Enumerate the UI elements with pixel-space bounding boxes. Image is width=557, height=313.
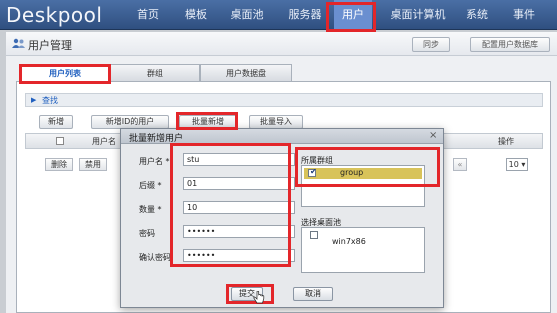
nav-templates[interactable]: 模板 [176, 0, 216, 30]
hand-cursor-icon [253, 291, 265, 304]
username-prefix-input[interactable] [183, 153, 295, 166]
search-link[interactable]: 查找 [42, 95, 58, 106]
batch-add-button[interactable]: 批量新增 [179, 115, 237, 129]
suffix-label: 后缀 * [139, 181, 162, 190]
close-icon[interactable]: × [429, 130, 437, 141]
column-actions: 操作 [498, 137, 514, 146]
batch-add-users-dialog: 批量新增用户 × 用户名 * 后缀 * 数量 * 密码 确认密码 所属群组 ✔ … [120, 128, 444, 308]
confirm-password-input[interactable] [183, 249, 295, 262]
cancel-button[interactable]: 取消 [293, 287, 333, 301]
disable-button[interactable]: 禁用 [79, 158, 107, 171]
confirm-password-label: 确认密码 [139, 253, 171, 262]
tab-user-list[interactable]: 用户列表 [20, 64, 110, 82]
page-title: 用户管理 [28, 39, 72, 52]
dialog-header: 批量新增用户 × [121, 129, 443, 144]
group-list-item[interactable]: ✔ group [304, 167, 422, 179]
group-list: ✔ group [301, 165, 425, 207]
dialog-title: 批量新增用户 [129, 134, 184, 144]
count-label: 数量 * [139, 205, 162, 214]
nav-home[interactable]: 首页 [128, 0, 168, 30]
tab-groups[interactable]: 群组 [110, 64, 200, 82]
add-ad-user-button[interactable]: 新增ID的用户 [91, 115, 169, 129]
sync-button[interactable]: 同步 [412, 37, 450, 52]
group-checkbox[interactable]: ✔ [308, 167, 317, 177]
configure-user-db-button[interactable]: 配置用户数据库 [470, 37, 550, 52]
app-logo: Deskpool [6, 3, 103, 27]
add-user-button[interactable]: 新增 [39, 115, 73, 129]
nav-desktop-pools[interactable]: 桌面池 [222, 0, 272, 30]
pool-checkbox[interactable] [310, 231, 318, 239]
column-username[interactable]: 用户名 [92, 136, 116, 147]
username-prefix-label: 用户名 * [139, 157, 170, 166]
top-navigation-bar: Deskpool 首页 模板 桌面池 服务器 用户 桌面计算机 系统 事件 [0, 0, 557, 30]
previous-page-icon[interactable]: « [453, 158, 467, 171]
nav-system[interactable]: 系统 [460, 0, 494, 30]
nav-users[interactable]: 用户 [334, 0, 372, 30]
users-icon [12, 38, 25, 48]
expand-arrow-icon: ▶ [31, 96, 37, 104]
tab-user-data-disk[interactable]: 用户数据盘 [200, 64, 292, 82]
page-size-value: 10 [508, 160, 519, 169]
pool-name: win7x86 [332, 237, 366, 246]
nav-desktop-computers[interactable]: 桌面计算机 [382, 0, 454, 30]
nav-servers[interactable]: 服务器 [280, 0, 330, 30]
search-bar[interactable]: ▶ 查找 [25, 93, 543, 107]
page-size-select[interactable]: 10 ▾ [506, 158, 528, 171]
page-header: 用户管理 同步 配置用户数据库 [6, 32, 557, 56]
count-input[interactable] [183, 201, 295, 214]
group-name: group [340, 168, 364, 177]
batch-import-button[interactable]: 批量导入 [249, 115, 303, 129]
select-all-checkbox[interactable] [56, 137, 64, 145]
delete-button[interactable]: 删除 [45, 158, 73, 171]
password-label: 密码 [139, 229, 155, 238]
nav-events[interactable]: 事件 [506, 0, 542, 30]
desktop-pool-list: win7x86 [301, 227, 425, 273]
suffix-input[interactable] [183, 177, 295, 190]
password-input[interactable] [183, 225, 295, 238]
checkmark-icon: ✔ [310, 167, 317, 176]
